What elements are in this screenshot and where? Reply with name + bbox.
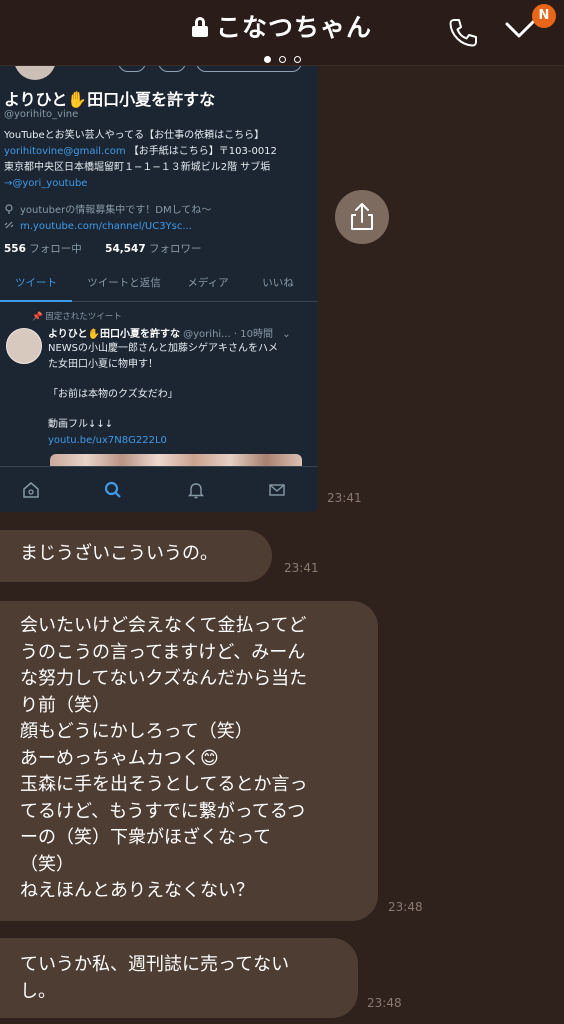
link-icon	[4, 221, 14, 229]
tweet-line: た女田口小夏に物申す！	[48, 359, 158, 370]
mail-icon	[269, 484, 285, 496]
message-bubble[interactable]: 会いたいけど会えなくて金払ってど うのこうの言ってますけど、みーん な努力してな…	[0, 601, 378, 921]
tab-media: メディア	[187, 277, 229, 289]
home-icon	[23, 482, 39, 498]
search-icon	[104, 481, 121, 498]
bio-link: →@yori_youtube	[4, 178, 88, 189]
profile-location: youtuberの情報募集中です！DMしてね〜	[4, 201, 211, 216]
tweet-handle: @yorihi...	[183, 329, 231, 340]
message-text: 会いたいけど会えなくて金払ってど うのこうの言ってますけど、みーん な努力してな…	[20, 615, 308, 901]
location-text: youtuberの情報募集中です！DMしてね〜	[20, 205, 212, 216]
following-count: 556	[4, 243, 26, 255]
profile-url: m.youtube.com/channel/UC3Ysc...	[4, 220, 192, 232]
tweet-line: NEWSの小山慶一郎さんと加藤シゲアキさんをハメ	[48, 343, 279, 354]
twitter-bottom-nav	[0, 466, 318, 512]
tweet-link: youtu.be/ux7N8G222L0	[48, 435, 167, 446]
tab-tweets-replies: ツイートと返信	[87, 277, 161, 289]
notify-button-outline	[158, 66, 186, 72]
followers-count: 54,547	[105, 243, 146, 255]
chat-header: こなつちゃん N	[0, 0, 564, 66]
notification-badge: N	[532, 4, 556, 28]
tab-likes: いいね	[262, 277, 294, 289]
profile-handle: @yorihito_vine	[4, 109, 79, 120]
page-dot	[293, 56, 301, 63]
tweet-avatar	[6, 328, 42, 364]
share-button[interactable]	[335, 190, 389, 244]
follow-stats: 556 フォロー中 54,547 フォロワー	[4, 241, 202, 256]
following-label: フォロー中	[29, 243, 82, 255]
profile-tabs: ツイート ツイートと返信 メディア いいね	[0, 264, 318, 302]
page-dot	[278, 56, 286, 63]
tweet-line: 動画フル↓↓↓	[48, 419, 114, 430]
page-dot-active	[263, 56, 271, 63]
pinned-text: 固定されたツイート	[45, 312, 122, 322]
profile-name: よりひと✋田口小夏を許すな	[4, 90, 216, 109]
tweet-time: · 10時間	[233, 329, 273, 340]
tweet-body: NEWSの小山慶一郎さんと加藤シゲアキさんをハメ た女田口小夏に物申す！ 「お前…	[48, 341, 310, 449]
message-bubble[interactable]: ていうか私、週刊誌に売ってない し。	[0, 938, 358, 1018]
location-pin-icon	[5, 204, 13, 214]
follow-button-outline	[196, 66, 302, 72]
tab-tweets: ツイート	[0, 264, 72, 302]
message-timestamp: 23:48	[388, 900, 423, 914]
message-timestamp: 23:41	[284, 561, 319, 575]
bell-icon	[187, 483, 205, 499]
chat-title: こなつちゃん	[215, 13, 372, 42]
phone-icon[interactable]	[446, 16, 480, 50]
tweet-header: よりひと✋田口小夏を許すな @yorihi... · 10時間 ⌄	[48, 325, 291, 340]
message-text: まじうざいこういうの。	[20, 543, 218, 564]
profile-bio: YouTubeとお笑い芸人やってる【お仕事の依頼はこちら】 yorihitovi…	[4, 128, 314, 192]
profile-avatar	[14, 66, 56, 80]
pinned-label: 📌 固定されたツイート	[32, 310, 122, 322]
tweet-line: 「お前は本物のクズ女だわ」	[48, 389, 178, 400]
bio-line: 東京都中央区日本橋堀留町１−１−１３新城ビル2階 サブ垢	[4, 162, 271, 173]
pin-icon: 📌	[32, 312, 43, 322]
share-icon	[351, 203, 373, 230]
tweet-author: よりひと✋田口小夏を許すな	[48, 329, 180, 340]
followers-label: フォロワー	[149, 243, 202, 255]
bio-line: yorihitovine@gmail.com 【お手紙はこちら】〒103-001…	[4, 144, 314, 160]
message-button-outline	[118, 66, 146, 72]
message-timestamp: 23:41	[327, 491, 362, 505]
url-text: m.youtube.com/channel/UC3Ysc...	[20, 221, 192, 232]
message-bubble[interactable]: まじうざいこういうの。	[0, 530, 272, 582]
bio-line: YouTubeとお笑い芸人やってる【お仕事の依頼はこちら】	[4, 130, 265, 141]
shared-screenshot-image[interactable]: よりひと✋田口小夏を許すな @yorihito_vine YouTubeとお笑い…	[0, 66, 318, 512]
page-indicator	[0, 48, 564, 67]
message-text: ていうか私、週刊誌に売ってない し。	[20, 954, 290, 1002]
bio-text: 【お手紙はこちら】〒103-0012	[128, 146, 277, 157]
lock-icon	[191, 17, 208, 37]
chevron-down-icon: ⌄	[282, 329, 291, 340]
bio-email: yorihitovine@gmail.com	[4, 146, 126, 157]
message-timestamp: 23:48	[367, 996, 402, 1010]
